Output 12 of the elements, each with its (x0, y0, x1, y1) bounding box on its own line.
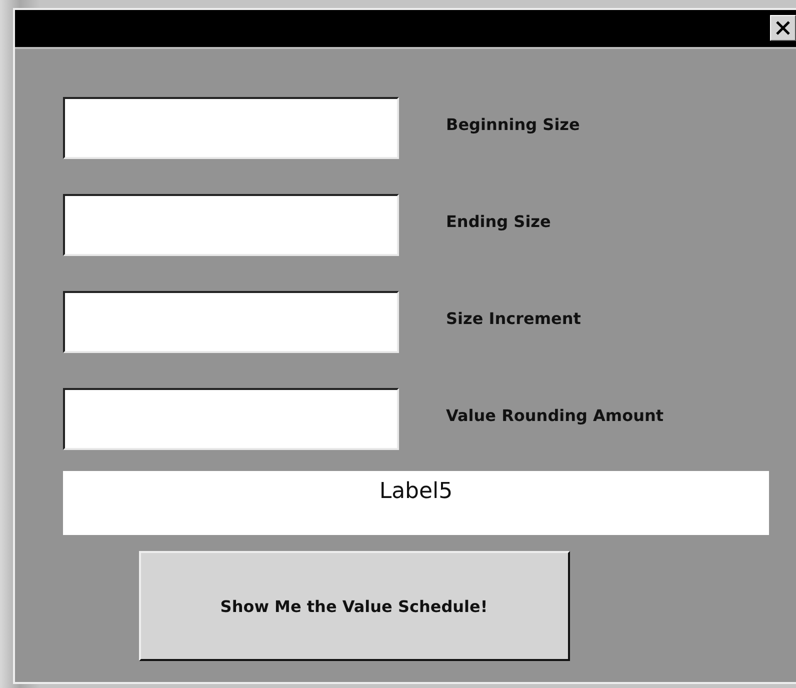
close-button[interactable] (770, 14, 796, 40)
close-icon (776, 20, 790, 34)
input-field[interactable] (63, 97, 399, 159)
output-label: Label5 (63, 471, 769, 535)
schedule-button[interactable]: Show Me the Value Schedule! (138, 551, 570, 661)
input-field[interactable] (63, 291, 399, 353)
field-label: Ending Size (446, 212, 551, 230)
field-label: Value Rounding Amount (446, 406, 664, 424)
input-field[interactable] (63, 194, 399, 256)
field-label: Beginning Size (446, 114, 580, 134)
input-field[interactable] (63, 388, 399, 450)
field-label: Size Increment (446, 308, 581, 328)
